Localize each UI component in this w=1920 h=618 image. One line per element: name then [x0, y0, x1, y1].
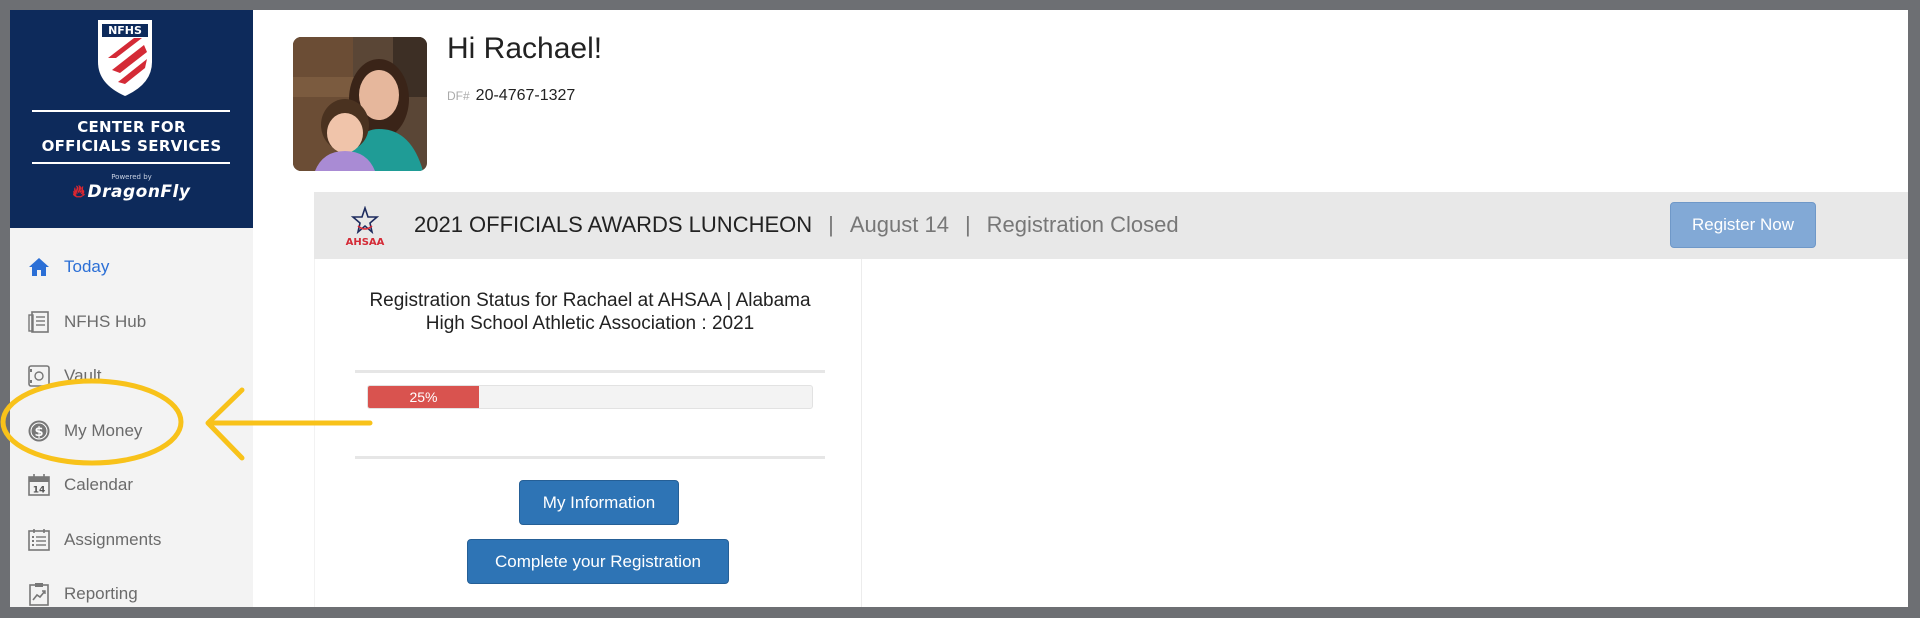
event-banner: AHSAA 2021 OFFICIALS AWARDS LUNCHEON | Aug… — [314, 192, 1908, 259]
separator: | — [828, 212, 834, 237]
sidebar-item-label: NFHS Hub — [64, 311, 147, 331]
svg-text:14: 14 — [33, 486, 46, 496]
sidebar-item-label: Today — [64, 257, 110, 277]
sidebar-item-label: Reporting — [64, 584, 138, 604]
svg-text:$: $ — [34, 425, 43, 440]
brand-divider — [32, 110, 230, 112]
sidebar-item-assignments[interactable]: Assignments — [10, 513, 253, 568]
powered-by-text: Powered by — [111, 173, 152, 181]
ahsaa-logo-text: AHSAA — [346, 237, 385, 248]
separator: | — [964, 212, 971, 237]
sidebar-item-reporting[interactable]: Reporting — [10, 567, 253, 607]
event-date: August 14 — [849, 212, 949, 237]
sidebar-item-my-money[interactable]: $ My Money — [10, 404, 253, 459]
sidebar-item-nfhs-hub[interactable]: NFHS Hub — [10, 295, 253, 350]
dragonfly-logo-text: DragonFly — [87, 182, 191, 202]
divider — [355, 370, 825, 373]
registration-status-panel: Registration Status for Rachael at AHSAA… — [314, 259, 862, 607]
df-number: DF# 20-4767-1327 — [447, 87, 575, 105]
vault-safe-icon — [26, 363, 52, 389]
sidebar-nav: Today NFHS Hub Vault $ My Money 14 Calen… — [10, 240, 253, 607]
home-icon — [26, 254, 52, 280]
my-information-button[interactable]: My Information — [519, 480, 679, 525]
complete-registration-button[interactable]: Complete your Registration — [467, 539, 729, 584]
progress-label: 25% — [409, 389, 438, 405]
df-number-value: 20-4767-1327 — [475, 87, 576, 104]
event-info: 2021 OFFICIALS AWARDS LUNCHEON | August 14… — [414, 212, 1179, 238]
dragonfly-logo: 🔥︎ DragonFly — [10, 182, 253, 202]
sidebar-item-label: Vault — [64, 366, 102, 386]
progress-fill: 25% — [368, 386, 479, 408]
shield-text: NFHS — [108, 24, 142, 37]
sidebar-item-vault[interactable]: Vault — [10, 349, 253, 404]
df-prefix: DF# — [447, 89, 470, 103]
event-name: 2021 OFFICIALS AWARDS LUNCHEON — [414, 212, 813, 237]
flame-icon: 🔥︎ — [72, 182, 86, 202]
brand-divider — [32, 162, 230, 164]
divider — [355, 456, 825, 459]
sidebar-item-calendar[interactable]: 14 Calendar — [10, 458, 253, 513]
hub-document-icon — [26, 309, 52, 335]
register-now-button[interactable]: Register Now — [1670, 202, 1816, 248]
brand-header: NFHS CENTER FOR OFFICIALS SERVICES Power… — [10, 10, 253, 228]
profile-photo — [293, 37, 427, 171]
greeting: Hi Rachael! — [447, 32, 603, 65]
calendar-icon: 14 — [26, 472, 52, 498]
brand-title-line2: OFFICIALS SERVICES — [41, 137, 222, 155]
reporting-chart-icon — [26, 581, 52, 607]
brand-title-line1: CENTER FOR — [77, 118, 186, 136]
nfhs-shield-logo: NFHS — [98, 20, 152, 96]
sidebar-item-label: Calendar — [64, 475, 133, 495]
ahsaa-logo: AHSAA — [346, 206, 385, 248]
sidebar: NFHS CENTER FOR OFFICIALS SERVICES Power… — [10, 10, 253, 607]
dollar-coin-icon: $ — [26, 418, 52, 444]
sidebar-item-today[interactable]: Today — [10, 240, 253, 295]
event-status: Registration Closed — [986, 212, 1179, 237]
app-window: NFHS CENTER FOR OFFICIALS SERVICES Power… — [10, 10, 1908, 607]
registration-status-title: Registration Status for Rachael at AHSAA… — [369, 290, 811, 334]
sidebar-item-label: My Money — [64, 420, 143, 440]
registration-progress-bar: 25% — [367, 385, 813, 409]
sidebar-item-label: Assignments — [64, 529, 162, 549]
assignments-list-icon — [26, 527, 52, 553]
